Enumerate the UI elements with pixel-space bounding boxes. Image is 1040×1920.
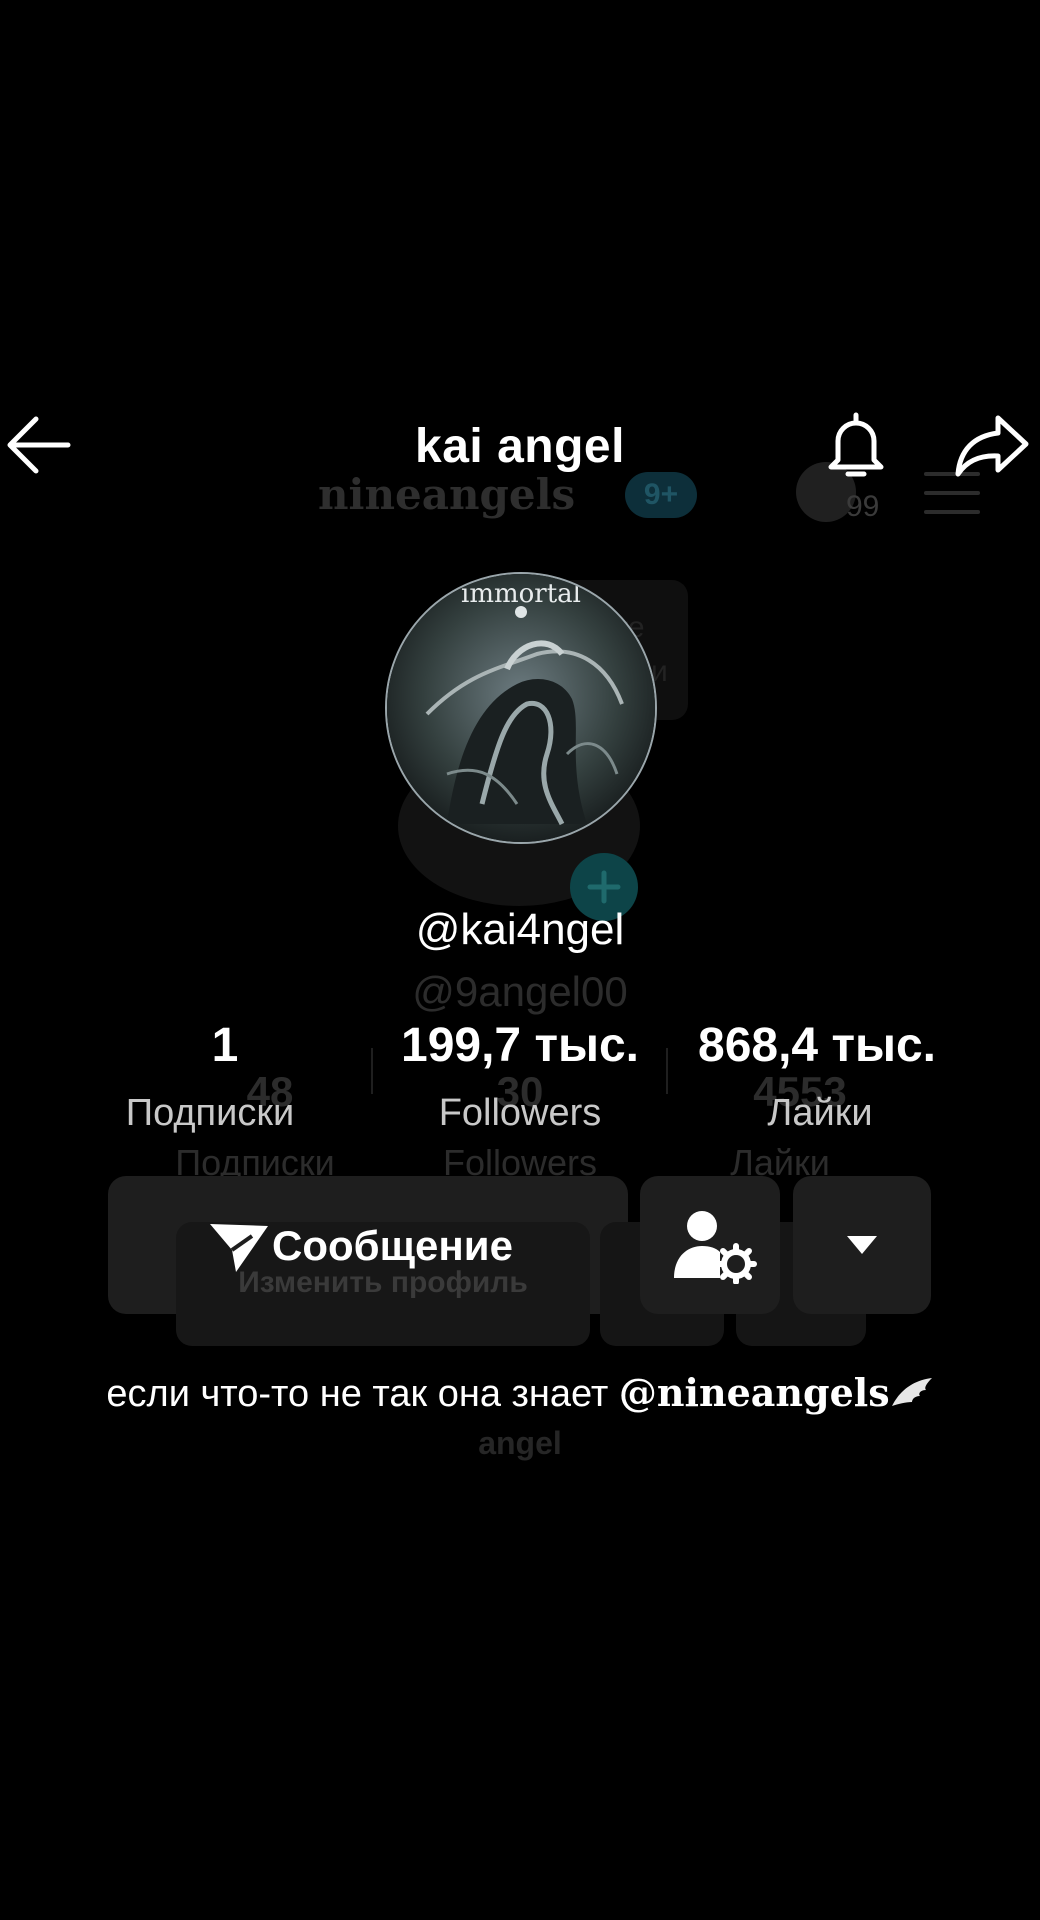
followers-count[interactable]: 199,7 тыс. <box>380 1018 660 1073</box>
following-count[interactable]: 1 <box>130 1018 320 1073</box>
profile-bio: если что-то не так она знает @nineangels <box>0 1370 1040 1416</box>
avatar[interactable]: immortal <box>385 572 657 844</box>
likes-count[interactable]: 868,4 тыс. <box>672 1018 962 1073</box>
likes-label: Лайки <box>767 1092 873 1134</box>
stat-divider <box>666 1048 668 1094</box>
profile-handle: @kai4ngel <box>415 905 625 954</box>
bio-mention-link[interactable]: @nineangels <box>619 1370 890 1415</box>
send-icon <box>210 1224 268 1272</box>
followers-label: Followers <box>438 1092 602 1134</box>
user-settings-icon <box>674 1211 757 1284</box>
bell-icon[interactable] <box>818 408 894 484</box>
following-label: Подписки <box>125 1092 295 1134</box>
stat-divider <box>371 1048 373 1094</box>
chevron-down-icon <box>847 1236 877 1254</box>
ghost-bio-line: angel <box>478 1425 562 1461</box>
bio-text: если что-то не так она знает <box>106 1373 619 1415</box>
wing-icon <box>891 1378 932 1406</box>
ghost-handle: @9angel00 <box>412 968 628 1015</box>
share-icon[interactable] <box>952 410 1032 480</box>
ghost-notification-badge: 9+ <box>625 472 697 518</box>
message-button-label: Сообщение <box>272 1222 513 1269</box>
ghost-count: 99 <box>846 490 880 523</box>
avatar-caption: immortal <box>461 579 581 609</box>
ghost-brand-name: nineangels <box>318 470 576 519</box>
